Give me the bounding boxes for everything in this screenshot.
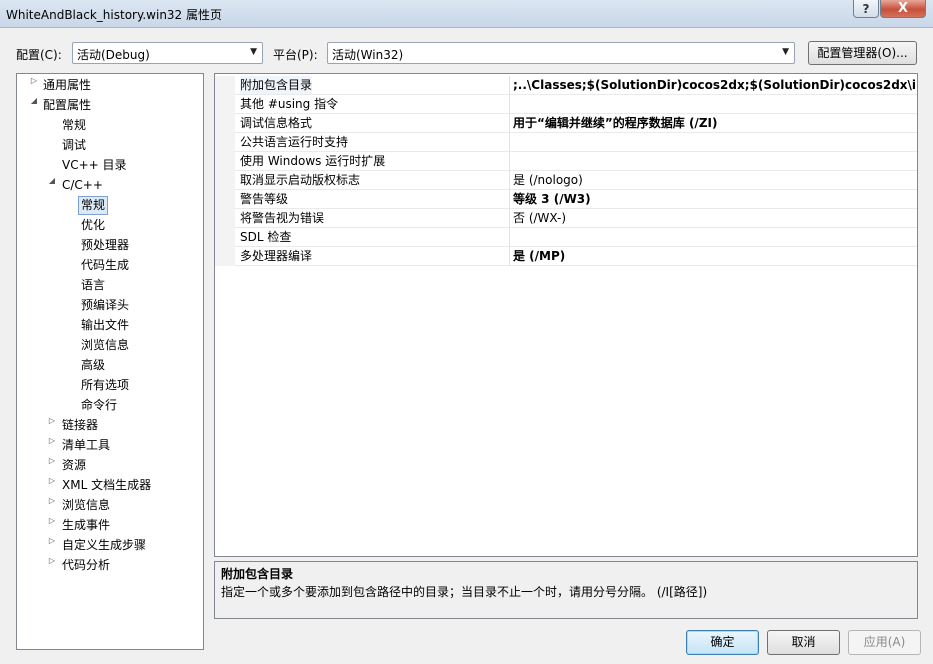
tree-item-custom-build[interactable]: 自定义生成步骤 xyxy=(62,536,146,555)
tree-item-cpp-cmdline[interactable]: 命令行 xyxy=(81,396,117,415)
property-value[interactable]: ;..\Classes;$(SolutionDir)cocos2dx;$(Sol… xyxy=(513,76,917,94)
property-name: 多处理器编译 xyxy=(240,249,313,263)
property-row[interactable]: SDL 检查 xyxy=(215,228,917,247)
platform-combobox[interactable]: 活动(Win32) ▼ xyxy=(327,42,795,64)
property-tree: ▷ 通用属性 ◢ 配置属性 常规 调试 VC++ 目录 ◢ C/C++ 常规 优… xyxy=(16,73,204,650)
property-row[interactable]: 附加包含目录 ;..\Classes;$(SolutionDir)cocos2d… xyxy=(215,76,917,95)
tree-item-cpp-pch[interactable]: 预编译头 xyxy=(81,296,129,315)
property-value[interactable]: 是 (/MP) xyxy=(513,247,917,265)
tree-item-cp-general[interactable]: 常规 xyxy=(62,116,86,135)
tree-item-cpp-codegen[interactable]: 代码生成 xyxy=(81,256,129,275)
property-value[interactable]: 否 (/WX-) xyxy=(513,209,917,227)
tree-item-debugging[interactable]: 调试 xyxy=(62,136,86,155)
tree-item-cpp-optimization[interactable]: 优化 xyxy=(81,216,105,235)
property-name: 其他 #using 指令 xyxy=(240,97,339,111)
tree-item-general[interactable]: 通用属性 xyxy=(43,76,91,95)
tree-item-browse-info[interactable]: 浏览信息 xyxy=(62,496,110,515)
tree-item-cpp-browse[interactable]: 浏览信息 xyxy=(81,336,129,355)
config-manager-button[interactable]: 配置管理器(O)... xyxy=(808,41,917,65)
expand-arrow-icon[interactable]: ▷ xyxy=(47,556,57,575)
ok-button[interactable]: 确定 xyxy=(686,630,759,655)
tree-item-manifest[interactable]: 清单工具 xyxy=(62,436,110,455)
tree-item-cpp-advanced[interactable]: 高级 xyxy=(81,356,105,375)
platform-label: 平台(P): xyxy=(273,48,318,62)
tree-item-code-analysis[interactable]: 代码分析 xyxy=(62,556,110,575)
property-row[interactable]: 警告等级 等级 3 (/W3) xyxy=(215,190,917,209)
tree-item-linker[interactable]: 链接器 xyxy=(62,416,98,435)
tree-item-vc-dirs[interactable]: VC++ 目录 xyxy=(62,156,127,175)
collapse-arrow-icon[interactable]: ◢ xyxy=(29,96,39,115)
property-row[interactable]: 调试信息格式 用于“编辑并继续”的程序数据库 (/ZI) xyxy=(215,114,917,133)
property-row[interactable]: 其他 #using 指令 xyxy=(215,95,917,114)
expand-arrow-icon[interactable]: ▷ xyxy=(47,536,57,555)
property-value[interactable]: 是 (/nologo) xyxy=(513,171,917,189)
property-row[interactable]: 多处理器编译 是 (/MP) xyxy=(215,247,917,266)
chevron-down-icon: ▼ xyxy=(250,47,257,57)
expand-arrow-icon[interactable]: ▷ xyxy=(47,416,57,435)
cancel-button[interactable]: 取消 xyxy=(767,630,840,655)
property-name: 使用 Windows 运行时扩展 xyxy=(240,154,386,168)
expand-arrow-icon[interactable]: ▷ xyxy=(47,496,57,515)
tree-item-build-events[interactable]: 生成事件 xyxy=(62,516,110,535)
property-grid: 附加包含目录 ;..\Classes;$(SolutionDir)cocos2d… xyxy=(214,73,918,557)
property-name: 取消显示启动版权标志 xyxy=(240,173,361,187)
description-title: 附加包含目录 xyxy=(221,567,294,581)
apply-button[interactable]: 应用(A) xyxy=(848,630,921,655)
title-bar: WhiteAndBlack_history.win32 属性页 ? X xyxy=(0,0,933,28)
tree-item-cpp-all-options[interactable]: 所有选项 xyxy=(81,376,129,395)
config-value: 活动(Debug) xyxy=(77,48,150,62)
tree-item-resources[interactable]: 资源 xyxy=(62,456,86,475)
property-row[interactable]: 将警告视为错误 否 (/WX-) xyxy=(215,209,917,228)
tree-item-cpp-output[interactable]: 输出文件 xyxy=(81,316,129,335)
expand-arrow-icon[interactable]: ▷ xyxy=(47,456,57,475)
expand-arrow-icon[interactable]: ▷ xyxy=(47,436,57,455)
property-name: 附加包含目录 xyxy=(240,76,313,94)
platform-value: 活动(Win32) xyxy=(332,48,404,62)
property-value[interactable]: 等级 3 (/W3) xyxy=(513,190,917,208)
property-row[interactable]: 取消显示启动版权标志 是 (/nologo) xyxy=(215,171,917,190)
expand-arrow-icon[interactable]: ▷ xyxy=(47,476,57,495)
expand-arrow-icon[interactable]: ▷ xyxy=(47,516,57,535)
chevron-down-icon: ▼ xyxy=(782,47,789,57)
property-name: 调试信息格式 xyxy=(240,116,313,130)
help-button[interactable]: ? xyxy=(853,0,879,18)
config-combobox[interactable]: 活动(Debug) ▼ xyxy=(72,42,263,64)
property-name: SDL 检查 xyxy=(240,230,292,244)
description-panel: 附加包含目录 指定一个或多个要添加到包含路径中的目录；当目录不止一个时，请用分号… xyxy=(214,561,918,619)
tree-item-cpp-preprocessor[interactable]: 预处理器 xyxy=(81,236,129,255)
property-name: 公共语言运行时支持 xyxy=(240,135,349,149)
property-name: 将警告视为错误 xyxy=(240,211,325,225)
property-row[interactable]: 使用 Windows 运行时扩展 xyxy=(215,152,917,171)
window-title: WhiteAndBlack_history.win32 属性页 xyxy=(6,8,223,22)
config-label: 配置(C): xyxy=(16,48,62,62)
tree-item-cpp[interactable]: C/C++ xyxy=(62,176,103,195)
tree-item-cpp-general[interactable]: 常规 xyxy=(78,196,109,215)
description-text: 指定一个或多个要添加到包含路径中的目录；当目录不止一个时，请用分号分隔。 (/I… xyxy=(221,585,708,599)
collapse-arrow-icon[interactable]: ◢ xyxy=(47,176,57,195)
tree-item-config-props[interactable]: 配置属性 xyxy=(43,96,91,115)
property-value[interactable]: 用于“编辑并继续”的程序数据库 (/ZI) xyxy=(513,114,917,132)
expand-arrow-icon[interactable]: ▷ xyxy=(29,76,39,95)
tree-item-cpp-language[interactable]: 语言 xyxy=(81,276,105,295)
property-name: 警告等级 xyxy=(240,192,289,206)
close-button[interactable]: X xyxy=(880,0,926,18)
tree-item-xml-doc[interactable]: XML 文档生成器 xyxy=(62,476,151,495)
property-row[interactable]: 公共语言运行时支持 xyxy=(215,133,917,152)
